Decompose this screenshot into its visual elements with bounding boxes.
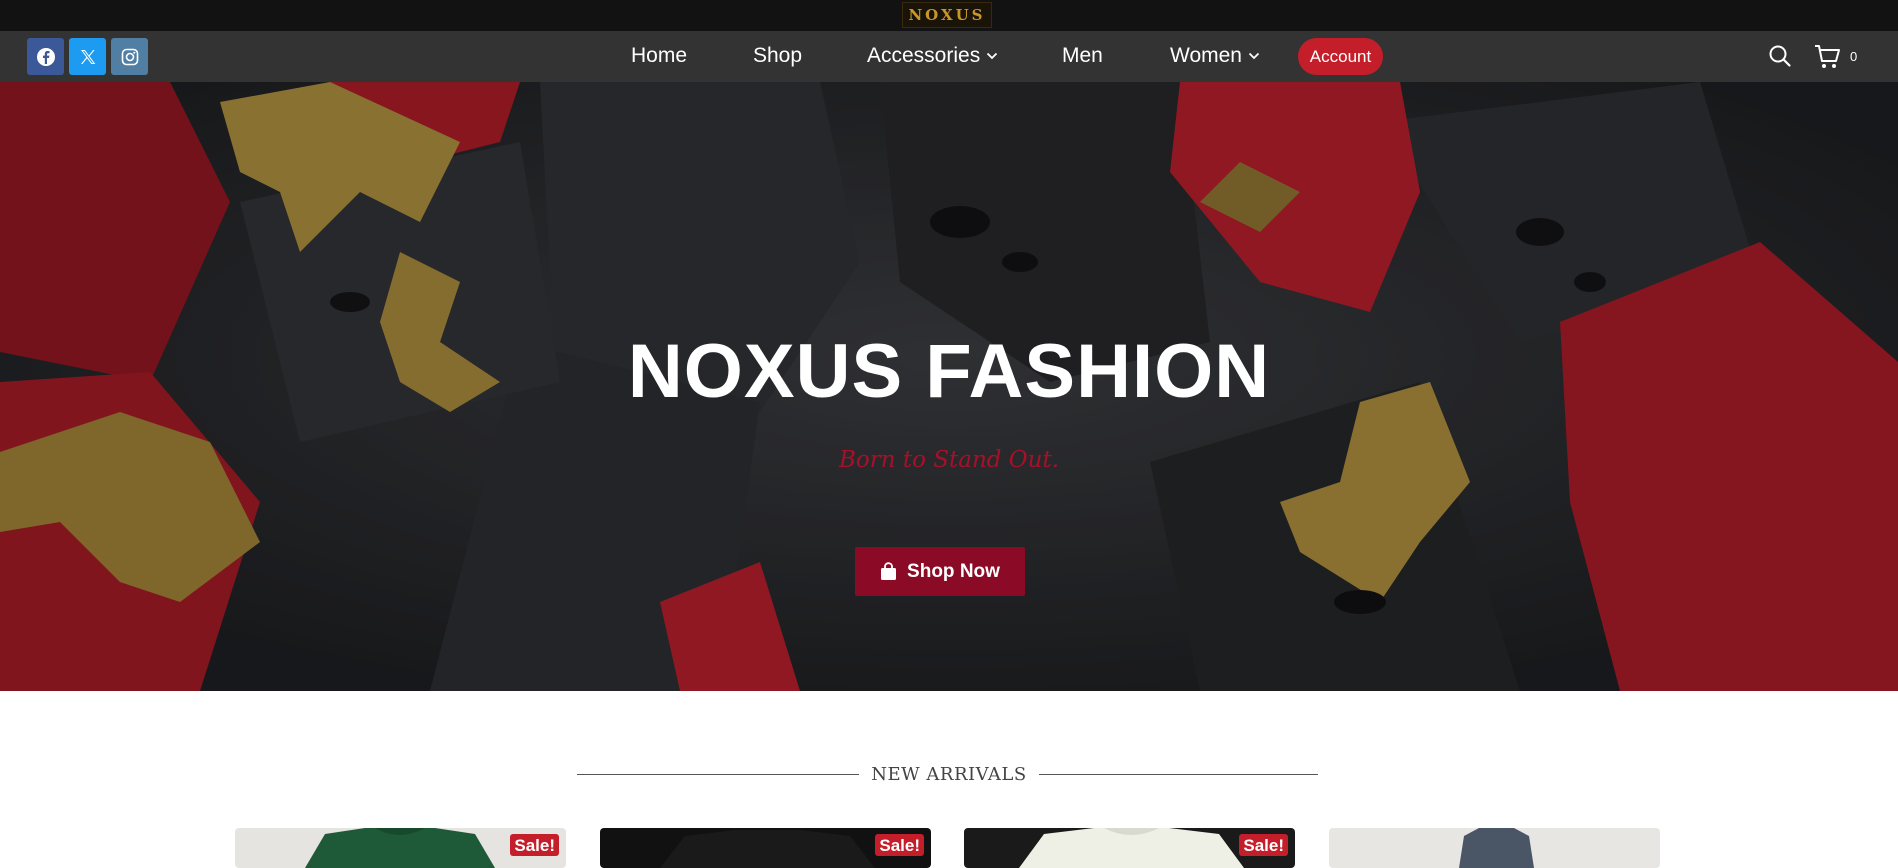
chevron-down-icon [987,52,998,60]
product-card[interactable]: Sale! [964,828,1295,868]
nav-shop-label: Shop [753,44,803,67]
nav-women[interactable]: Women [1170,44,1260,68]
product-card[interactable] [1329,828,1660,868]
nav-men[interactable]: Men [1062,44,1103,68]
nav-shop[interactable]: Shop [753,44,802,68]
shop-now-label: Shop Now [907,560,1000,582]
hero-subtitle: Born to Stand Out. [838,447,1060,473]
product-card[interactable]: Sale! [235,828,566,868]
nav-home-label: Home [631,44,688,67]
nav-accessories[interactable]: Accessories [867,44,998,68]
nav-women-label: Women [1170,44,1242,67]
facebook-link[interactable] [27,38,64,75]
nav-accessories-label: Accessories [867,44,981,67]
nav-men-label: Men [1062,44,1103,67]
new-arrivals-section: NEW ARRIVALS Sale! Sale! Sale! [0,691,1898,868]
hero-title: NOXUS FASHION [627,329,1271,414]
search-icon[interactable] [1768,44,1792,68]
facebook-icon [36,47,55,66]
main-navigation: Home Shop Accessories Men Women Account … [0,31,1898,82]
nav-home[interactable]: Home [631,44,687,68]
instagram-link[interactable] [111,38,148,75]
shopping-bag-icon [881,562,897,580]
chevron-down-icon [1248,52,1260,60]
top-bar: NOXUS [0,0,1898,31]
section-title: NEW ARRIVALS [0,764,1898,785]
section-title-text: NEW ARRIVALS [859,764,1039,785]
account-button-label: Account [1309,46,1372,66]
shop-now-button[interactable]: Shop Now [855,547,1025,596]
instagram-icon [121,48,138,65]
product-card[interactable]: Sale! [600,828,931,868]
brand-logo[interactable]: NOXUS [902,2,992,28]
cart-count: 0 [1850,49,1858,64]
hero-banner: NOXUS FASHION Born to Stand Out. Shop No… [0,82,1898,691]
cart-icon[interactable] [1814,44,1842,70]
account-button[interactable]: Account [1298,38,1383,75]
x-twitter-icon [80,49,95,64]
x-twitter-link[interactable] [69,38,106,75]
product-image [1459,828,1534,868]
brand-logo-text: NOXUS [908,6,986,24]
